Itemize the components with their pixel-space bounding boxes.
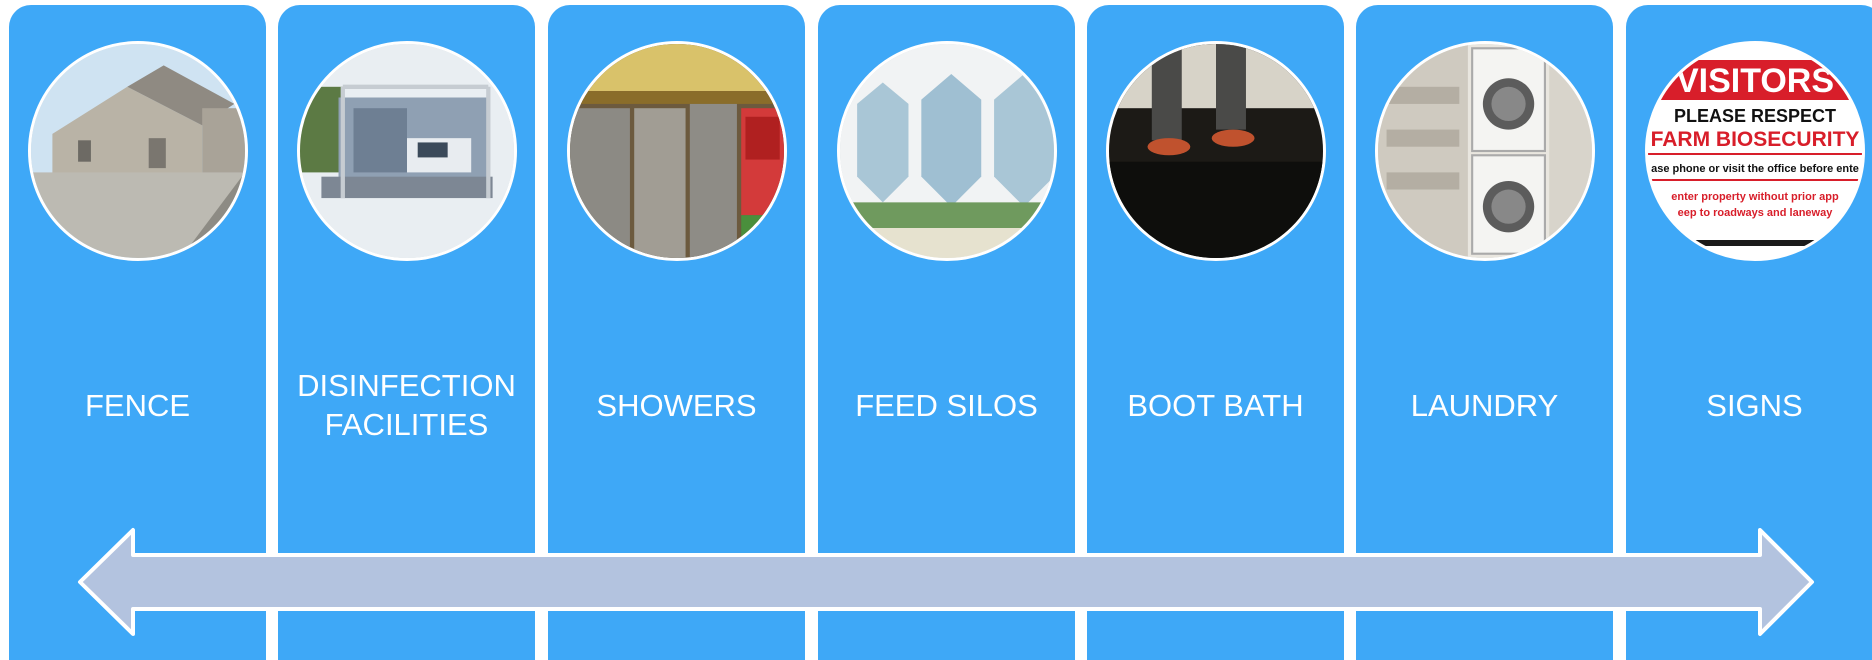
panel-showers: SHOWERS [548,5,805,660]
panel-label-boot-bath: BOOT BATH [1127,387,1304,423]
panel-label-feed-silos: FEED SILOS [855,387,1038,423]
panel-signs: VISITORS PLEASE RESPECT FARM BIOSECURITY… [1626,5,1872,660]
panel-fence: FENCE [9,5,266,660]
sign-line-enter: enter property without prior app [1671,191,1839,203]
feed-silos-photo [836,41,1057,261]
panel-disinfection-facilities: DISINFECTION FACILITIES [278,5,535,660]
sign-line-respect: PLEASE RESPECT [1673,106,1835,126]
shower-stalls-photo [566,41,787,261]
boot-bath-photo [1105,41,1326,261]
panel-boot-bath: BOOT BATH [1087,5,1344,660]
sign-line-roadways: eep to roadways and laneway [1677,207,1833,219]
panel-label-showers: SHOWERS [596,387,757,423]
sign-title: VISITORS [1675,62,1833,100]
panel-label-signs: SIGNS [1706,387,1803,423]
sign-line-phone: ase phone or visit the office before ent… [1651,163,1859,175]
truck-disinfection-photo [296,41,517,261]
panel-feed-silos: FEED SILOS [818,5,1075,660]
building-with-fence-photo [27,41,248,261]
panel-laundry: LAUNDRY [1356,5,1613,660]
panel-label-disinfection-facilities: DISINFECTION FACILITIES [297,368,516,442]
washer-dryer-photo [1374,41,1595,261]
panel-label-fence: FENCE [84,387,191,423]
sign-line-biosecurity: FARM BIOSECURITY [1650,128,1859,151]
panel-label-laundry: LAUNDRY [1410,387,1559,423]
biosecurity-sign-photo: VISITORS PLEASE RESPECT FARM BIOSECURITY… [1644,41,1865,261]
